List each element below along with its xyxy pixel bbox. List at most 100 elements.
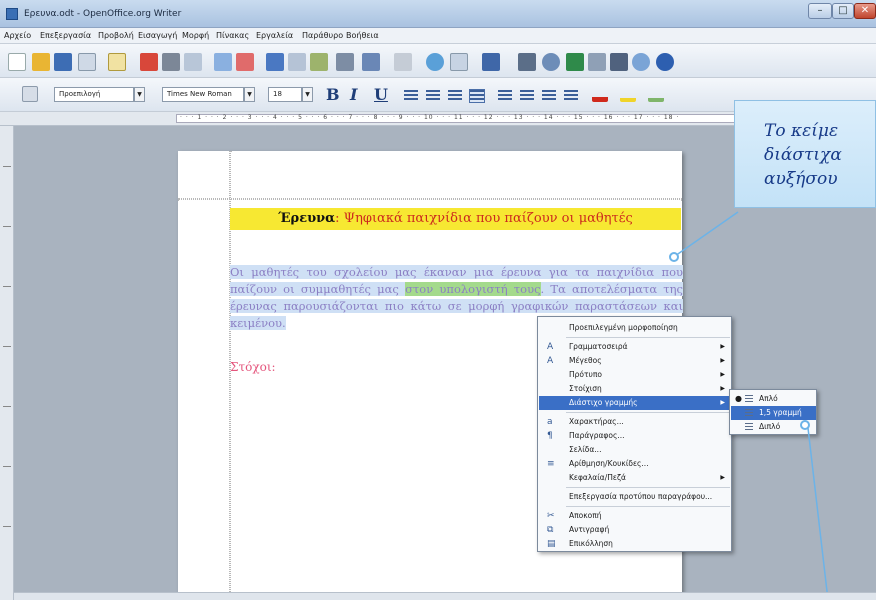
menu-paste[interactable]: ▤ Επικόλληση — [539, 537, 731, 551]
spacing-one-and-half[interactable]: 1,5 γραμμή — [731, 406, 816, 420]
save-icon[interactable] — [54, 53, 72, 71]
menu-file[interactable]: Αρχείο — [4, 31, 31, 40]
menu-label: Αρίθμηση/Κουκίδες... — [569, 459, 649, 468]
line-spacing-icon — [745, 409, 753, 417]
callout-line: διάστιχα — [764, 145, 842, 165]
margin-guide — [178, 198, 682, 200]
data-sources-icon[interactable] — [588, 53, 606, 71]
page-preview-icon[interactable] — [184, 53, 202, 71]
menu-default-formatting[interactable]: Προεπιλεγμένη μορφοποίηση — [539, 321, 731, 335]
menu-line-spacing[interactable]: Διάστιχο γραμμής ▶ — [539, 396, 731, 410]
copy-icon[interactable] — [288, 53, 306, 71]
open-folder-icon[interactable] — [32, 53, 50, 71]
menu-paragraph[interactable]: ¶ Παράγραφος... — [539, 429, 731, 443]
align-center-icon[interactable] — [426, 90, 440, 102]
font-color-icon[interactable] — [592, 88, 608, 102]
font-name-select[interactable]: Times New Roman ▼ — [162, 87, 255, 102]
font-size-select[interactable]: 18 ▼ — [268, 87, 313, 102]
export-pdf-icon[interactable] — [140, 53, 158, 71]
menu-format[interactable]: Μορφή — [182, 31, 209, 40]
navigator-icon[interactable] — [542, 53, 560, 71]
edit-file-icon[interactable] — [108, 53, 126, 71]
ruler-tick — [3, 226, 11, 227]
font-name-value: Times New Roman — [167, 90, 232, 98]
print-icon[interactable] — [162, 53, 180, 71]
italic-button[interactable]: I — [350, 85, 357, 104]
align-right-icon[interactable] — [448, 90, 462, 102]
menu-style[interactable]: Πρότυπο ▶ — [539, 368, 731, 382]
decrease-indent-icon[interactable] — [542, 90, 556, 102]
menu-window[interactable]: Παράθυρο — [302, 31, 343, 40]
menu-copy[interactable]: ⧉ Αντιγραφή — [539, 523, 731, 537]
chevron-down-icon[interactable]: ▼ — [244, 87, 255, 102]
window-titlebar[interactable]: Ερευνα.odt - OpenOffice.org Writer – □ ✕ — [0, 0, 876, 28]
menu-cut[interactable]: ✂ Αποκοπή — [539, 509, 731, 523]
submenu-label: Απλό — [759, 394, 778, 403]
draw-functions-icon[interactable] — [482, 53, 500, 71]
menu-size[interactable]: A Μέγεθος ▶ — [539, 354, 731, 368]
hyperlink-icon[interactable] — [426, 53, 444, 71]
menu-edit[interactable]: Επεξεργασία — [40, 31, 91, 40]
undo-icon[interactable] — [362, 53, 380, 71]
find-replace-icon[interactable] — [518, 53, 536, 71]
styles-formatting-icon[interactable] — [22, 86, 38, 102]
zoom-icon[interactable] — [632, 53, 650, 71]
minimize-button[interactable]: – — [808, 3, 832, 19]
horizontal-scrollbar[interactable] — [14, 592, 876, 600]
increase-indent-icon[interactable] — [564, 90, 578, 102]
menu-numbering-bullets[interactable]: ≡ Αρίθμηση/Κουκίδες... — [539, 457, 731, 471]
menu-edit-paragraph-style[interactable]: Επεξεργασία προτύπου παραγράφου... — [539, 490, 731, 504]
menu-page[interactable]: Σελίδα... — [539, 443, 731, 457]
spacing-single[interactable]: ● Απλό — [731, 392, 816, 406]
menu-character[interactable]: a Χαρακτήρας... — [539, 415, 731, 429]
submenu-arrow-icon: ▶ — [720, 357, 725, 364]
menu-view[interactable]: Προβολή — [98, 31, 134, 40]
menu-font[interactable]: A Γραμματοσειρά ▶ — [539, 340, 731, 354]
background-color-icon[interactable] — [648, 88, 664, 102]
chevron-down-icon[interactable]: ▼ — [134, 87, 145, 102]
menu-help[interactable]: Βοήθεια — [346, 31, 379, 40]
chevron-down-icon[interactable]: ▼ — [302, 87, 313, 102]
new-document-icon[interactable] — [8, 53, 26, 71]
line-spacing-icon — [745, 423, 753, 431]
align-left-icon[interactable] — [404, 90, 418, 102]
table-icon[interactable] — [450, 53, 468, 71]
window-title: Ερευνα.odt - OpenOffice.org Writer — [24, 9, 182, 19]
spellcheck-icon[interactable] — [214, 53, 232, 71]
menu-tools[interactable]: Εργαλεία — [256, 31, 293, 40]
maximize-button[interactable]: □ — [832, 3, 854, 19]
underline-button[interactable]: U — [374, 85, 388, 104]
bullets-icon[interactable] — [520, 90, 534, 102]
redo-icon[interactable] — [394, 53, 412, 71]
bullets-icon: ≡ — [547, 459, 555, 469]
autospellcheck-icon[interactable] — [236, 53, 254, 71]
menu-label: Πρότυπο — [569, 370, 602, 379]
format-paintbrush-icon[interactable] — [336, 53, 354, 71]
vertical-ruler[interactable] — [0, 126, 14, 600]
submenu-arrow-icon: ▶ — [720, 399, 725, 406]
goals-heading[interactable]: Στόχοι: — [230, 360, 276, 374]
menu-separator — [566, 337, 730, 338]
email-icon[interactable] — [78, 53, 96, 71]
font-size-value: 18 — [273, 90, 282, 98]
menu-label: Χαρακτήρας... — [569, 417, 624, 426]
justify-icon[interactable] — [469, 89, 485, 103]
menu-label: Προεπιλεγμένη μορφοποίηση — [569, 323, 678, 332]
help-icon[interactable] — [656, 53, 674, 71]
formatting-marks-icon[interactable] — [610, 53, 628, 71]
gallery-icon[interactable] — [566, 53, 584, 71]
paste-icon[interactable] — [310, 53, 328, 71]
menu-table[interactable]: Πίνακας — [216, 31, 249, 40]
menu-label: Στοίχιση — [569, 384, 602, 393]
paragraph-style-select[interactable]: Προεπιλογή ▼ — [54, 87, 145, 102]
cut-icon[interactable] — [266, 53, 284, 71]
close-button[interactable]: ✕ — [854, 3, 876, 19]
menu-insert[interactable]: Εισαγωγή — [138, 31, 177, 40]
menu-case[interactable]: Κεφαλαία/Πεζά ▶ — [539, 471, 731, 485]
document-title[interactable]: Έρευνα: Ψηφιακά παιχνίδια που παίζουν οι… — [230, 208, 681, 230]
menu-alignment[interactable]: Στοίχιση ▶ — [539, 382, 731, 396]
menu-separator — [566, 412, 730, 413]
numbering-icon[interactable] — [498, 90, 512, 102]
highlighting-icon[interactable] — [620, 88, 636, 102]
bold-button[interactable]: B — [326, 85, 340, 104]
